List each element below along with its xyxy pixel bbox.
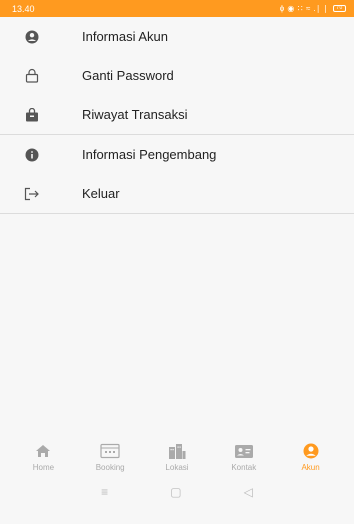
menu-item-label: Ganti Password <box>82 68 174 83</box>
calendar-icon <box>100 442 120 460</box>
status-indicators: ϕ ◉ ∷ ≈ .∣ ∣ <box>279 4 328 13</box>
nav-label: Akun <box>301 463 320 472</box>
menu-divider <box>0 213 354 214</box>
menu-item-label: Keluar <box>82 186 120 201</box>
menu-item-informasi-pengembang[interactable]: Informasi Pengembang <box>0 135 354 174</box>
nav-lokasi[interactable]: Lokasi <box>149 442 205 472</box>
status-bar: 13.40 ϕ ◉ ∷ ≈ .∣ ∣ 70 <box>0 0 354 17</box>
shopping-bag-icon <box>24 107 40 123</box>
user-circle-icon <box>24 29 40 45</box>
nav-home[interactable]: Home <box>15 442 71 472</box>
home-icon <box>35 442 51 460</box>
menu-item-informasi-akun[interactable]: Informasi Akun <box>0 17 354 56</box>
menu-item-label: Riwayat Transaksi <box>82 107 188 122</box>
nav-label: Home <box>32 463 55 472</box>
status-icons: ϕ ◉ ∷ ≈ .∣ ∣ 70 <box>280 4 346 13</box>
nav-akun[interactable]: Akun <box>283 442 339 472</box>
system-navigation: ≡ ▢ ◁ <box>0 480 354 504</box>
menu-item-ganti-password[interactable]: Ganti Password <box>0 56 354 95</box>
back-button[interactable]: ◁ <box>244 485 253 499</box>
nav-booking[interactable]: Booking <box>82 442 138 472</box>
menu-item-riwayat-transaksi[interactable]: Riwayat Transaksi <box>0 95 354 134</box>
info-icon <box>24 147 40 163</box>
account-menu: Informasi Akun Ganti Password Riwayat Tr… <box>0 17 354 214</box>
menu-item-label: Informasi Pengembang <box>82 147 217 162</box>
recent-apps-button[interactable]: ≡ <box>101 485 108 499</box>
nav-label: Kontak <box>231 463 257 472</box>
nav-kontak[interactable]: Kontak <box>216 442 272 472</box>
battery-icon: 70 <box>333 5 346 12</box>
status-time: 13.40 <box>12 3 35 14</box>
buildings-icon <box>168 442 186 460</box>
account-icon <box>303 442 319 460</box>
nav-label: Booking <box>95 463 125 472</box>
lock-icon <box>24 68 40 84</box>
bottom-navigation: Home Booking Lokasi Kontak Akun <box>0 440 354 478</box>
contact-card-icon <box>234 442 254 460</box>
nav-label: Lokasi <box>165 463 189 472</box>
home-button[interactable]: ▢ <box>170 485 181 499</box>
logout-icon <box>24 186 40 202</box>
menu-item-keluar[interactable]: Keluar <box>0 174 354 213</box>
menu-item-label: Informasi Akun <box>82 29 168 44</box>
screen: 13.40 ϕ ◉ ∷ ≈ .∣ ∣ 70 Informasi Akun Gan… <box>0 0 354 524</box>
